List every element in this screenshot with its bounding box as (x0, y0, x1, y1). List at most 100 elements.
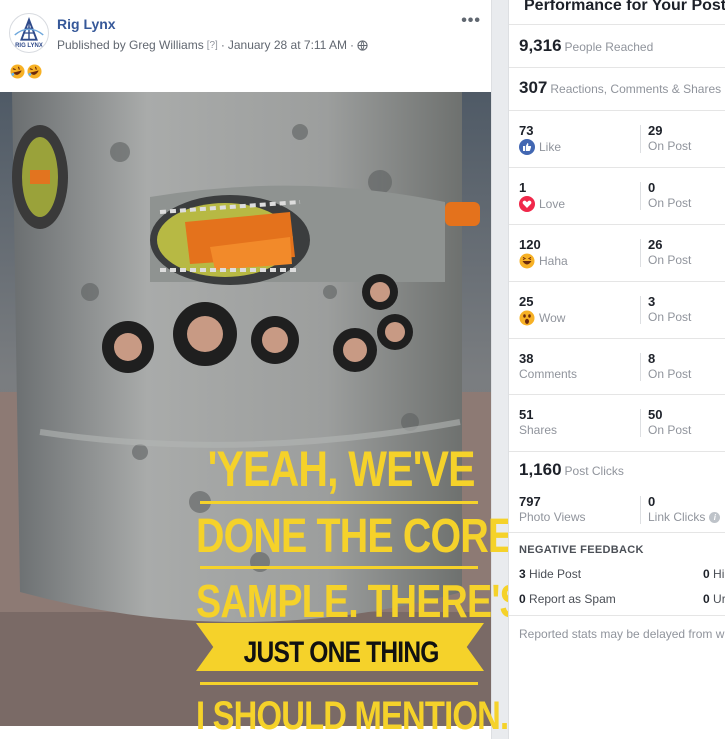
divider (509, 224, 725, 225)
love-count: 1 (519, 180, 527, 195)
link-clicks-label: Link Clicks i (648, 510, 721, 524)
divider (640, 353, 641, 381)
wow-on-post-count: 3 (648, 294, 656, 309)
shares-label: Shares (519, 423, 558, 437)
report-spam-stat: 0 Report as Spam (519, 592, 616, 606)
love-text: Love (539, 197, 566, 211)
haha-label: Haha (519, 253, 568, 269)
post-meta: Published by Greg Williams [?] · January… (57, 38, 368, 52)
wow-label: Wow (519, 310, 565, 326)
link-clicks-count: 0 (648, 494, 656, 509)
report-spam-value: 0 (519, 592, 526, 606)
post-clicks: 1,160 Post Clicks (519, 460, 624, 480)
divider (509, 451, 725, 452)
rofl-emoji-icon (27, 64, 42, 79)
hide-all-stat: 0 Hi (703, 567, 724, 581)
caption-rule (200, 501, 478, 504)
like-icon (519, 139, 535, 155)
delay-note: Reported stats may be delayed from wh (519, 627, 725, 641)
post-text (10, 64, 42, 79)
unlike-label: Ur (713, 592, 725, 606)
haha-text: Haha (539, 254, 568, 268)
post-header: RIG LYNX Rig Lynx Published by Greg Will… (0, 0, 491, 92)
haha-count: 120 (519, 237, 541, 252)
caption-line-2: DONE THE CORE (196, 510, 514, 563)
page-avatar[interactable]: RIG LYNX (9, 13, 49, 53)
hide-all-label: Hi (713, 567, 725, 581)
logo-text: RIG LYNX (15, 43, 43, 49)
wow-count: 25 (519, 294, 534, 309)
divider (640, 182, 641, 210)
hide-post-stat: 3 Hide Post (519, 567, 581, 581)
caption-line-5: I SHOULD MENTION....' (196, 694, 541, 738)
performance-panel: Performance for Your Post 9,316 People Re… (508, 0, 725, 739)
post-clicks-value: 1,160 (519, 460, 562, 479)
divider (640, 409, 641, 437)
like-on-post-count: 29 (648, 123, 663, 138)
haha-on-post-count: 26 (648, 237, 663, 252)
divider (640, 239, 641, 267)
divider (509, 67, 725, 68)
haha-icon (519, 253, 535, 269)
unlike-stat: 0 Ur (703, 592, 725, 606)
more-options-icon[interactable]: ••• (461, 12, 481, 30)
people-reached: 9,316 People Reached (519, 36, 653, 56)
comments-label: Comments (519, 367, 578, 381)
post-card: RIG LYNX Rig Lynx Published by Greg Will… (0, 0, 541, 739)
report-spam-label: Report as Spam (529, 592, 616, 606)
hide-post-value: 3 (519, 567, 526, 581)
divider (509, 338, 725, 339)
globe-icon[interactable] (357, 39, 368, 51)
divider (640, 296, 641, 324)
info-icon[interactable]: i (709, 511, 721, 523)
published-by[interactable]: Published by Greg Williams (57, 38, 204, 52)
unlike-value: 0 (703, 592, 710, 606)
caption-line-3: SAMPLE. THERE'S (196, 575, 525, 627)
people-reached-value: 9,316 (519, 36, 562, 55)
divider (509, 281, 725, 282)
like-text: Like (539, 140, 562, 154)
link-clicks-text: Link Clicks (648, 510, 706, 524)
photo-views-label: Photo Views (519, 510, 586, 524)
on-post-label: On Post (648, 139, 692, 153)
love-label: Love (519, 196, 565, 212)
engagement-total: 307 Reactions, Comments & Shares (519, 78, 721, 98)
post-date[interactable]: January 28 at 7:11 AM (228, 38, 347, 52)
negative-feedback-title: NEGATIVE FEEDBACK (519, 544, 644, 556)
divider (509, 394, 725, 395)
divider (640, 496, 641, 524)
love-icon (519, 196, 535, 212)
help-marker[interactable]: [?] (207, 40, 218, 51)
engagement-value: 307 (519, 78, 548, 97)
hide-all-value: 0 (703, 567, 710, 581)
comments-on-post-count: 8 (648, 351, 656, 366)
photo-views-count: 797 (519, 494, 541, 509)
on-post-label: On Post (648, 310, 692, 324)
caption-rule (200, 566, 478, 569)
comments-count: 38 (519, 351, 534, 366)
wow-text: Wow (539, 311, 566, 325)
divider (509, 615, 725, 616)
divider (509, 532, 725, 533)
rofl-emoji-icon (10, 64, 25, 79)
hide-post-label: Hide Post (529, 567, 582, 581)
meta-separator: · (350, 38, 355, 52)
caption-line-4: JUST ONE THING (243, 636, 440, 669)
divider (509, 24, 725, 25)
like-label: Like (519, 139, 561, 155)
shares-count: 51 (519, 407, 534, 422)
caption-line-1: 'YEAH, WE'VE (207, 441, 476, 497)
meta-separator: · (220, 38, 225, 52)
wow-icon (519, 310, 535, 326)
divider (509, 110, 725, 111)
divider (509, 167, 725, 168)
people-reached-label: People Reached (564, 40, 654, 54)
page-name-link[interactable]: Rig Lynx (57, 16, 116, 32)
on-post-label: On Post (648, 253, 692, 267)
shares-on-post-count: 50 (648, 407, 663, 422)
post-clicks-label: Post Clicks (564, 464, 624, 478)
caption-rule (200, 682, 478, 685)
on-post-label: On Post (648, 196, 692, 210)
on-post-label: On Post (648, 423, 692, 437)
engagement-label: Reactions, Comments & Shares (550, 82, 722, 96)
